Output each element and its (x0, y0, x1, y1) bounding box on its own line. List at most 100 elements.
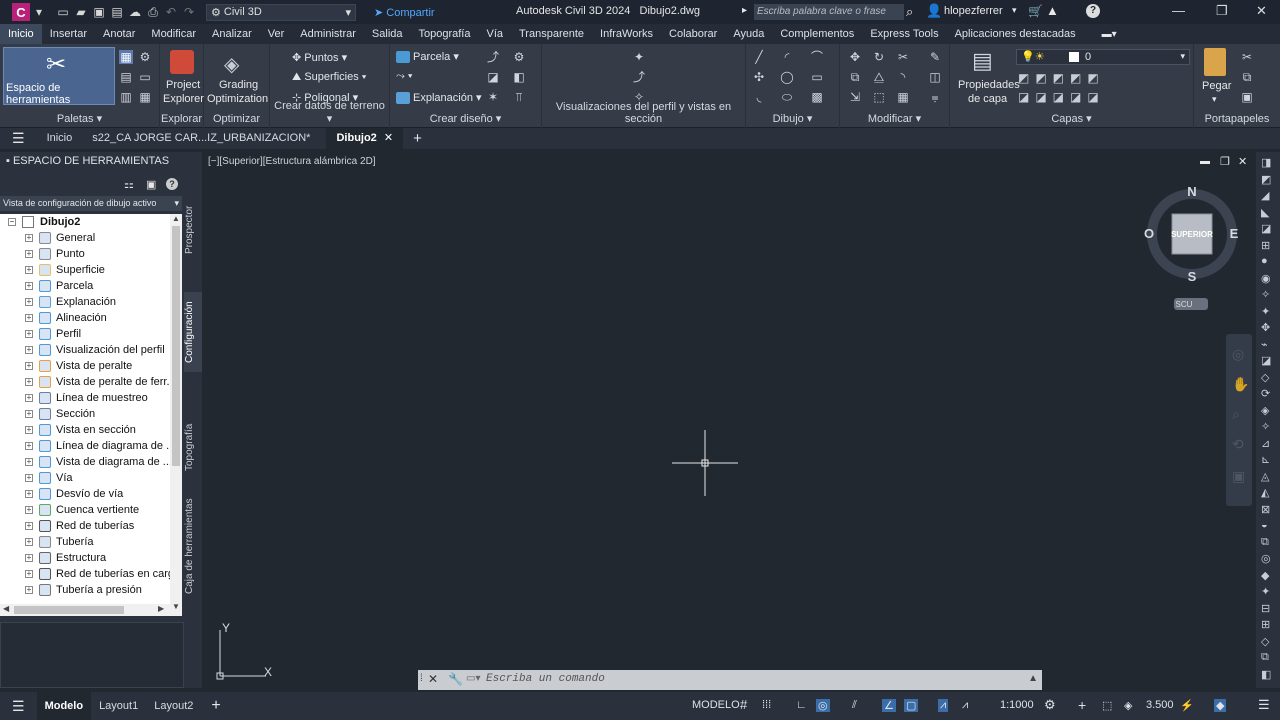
layer-properties-label-1[interactable]: Propiedades (958, 79, 1020, 91)
tab-ayuda[interactable]: Ayuda (725, 24, 772, 44)
right-tool-icon[interactable]: ◭ (1261, 486, 1269, 499)
right-tool-icon[interactable]: ✧ (1261, 420, 1270, 433)
showmotion-icon[interactable]: ▣ (1232, 468, 1245, 485)
expand-icon[interactable]: + (25, 250, 33, 258)
panel-label-capas[interactable]: Capas ▾ (950, 112, 1193, 125)
new-file-icon[interactable]: ▭ (54, 4, 72, 20)
right-tool-icon[interactable]: ◇ (1261, 635, 1269, 648)
pan-icon[interactable]: ✋ (1232, 376, 1249, 393)
drawing-area[interactable]: [−][Superior][Estructura alámbrica 2D] ▬… (204, 152, 1254, 688)
palette-option-icon-1[interactable]: ⚏ (124, 178, 134, 191)
arc-icon[interactable]: ◜ (780, 50, 794, 64)
panel-label-dibujo[interactable]: Dibujo ▾ (746, 112, 839, 125)
grading-label-2[interactable]: Optimization (207, 93, 268, 105)
expand-icon[interactable]: + (25, 586, 33, 594)
expand-icon[interactable]: + (25, 410, 33, 418)
palette-help-icon[interactable]: ? (166, 178, 178, 190)
paste-icon[interactable] (1204, 48, 1226, 76)
right-tool-icon[interactable]: ⊞ (1261, 618, 1270, 631)
annotation-visibility-icon[interactable]: ⩘ (962, 699, 968, 712)
tree-item[interactable]: + Red de tuberías en carga (0, 566, 170, 582)
explode-icon[interactable]: ◫ (928, 70, 942, 84)
object-track-icon[interactable]: ∠ (882, 699, 896, 712)
palette-icon-3[interactable]: ▤ (119, 70, 133, 84)
rotate-icon[interactable]: ↻ (872, 50, 886, 64)
point-icon[interactable]: ✣ (752, 70, 766, 84)
tree-vertical-scrollbar[interactable]: ▲ ▼ (170, 214, 182, 616)
trim-icon[interactable]: ✂ (896, 50, 910, 64)
move-icon[interactable]: ✥ (848, 50, 862, 64)
view-select[interactable]: Vista de configuración de dibujo activo ▾ (0, 196, 182, 211)
expand-icon[interactable]: + (25, 378, 33, 386)
tab-topografia[interactable]: Topografía (184, 412, 202, 482)
share-button[interactable]: ➤ Compartir (374, 6, 435, 19)
close-tab-icon[interactable]: ✕ (384, 132, 393, 144)
snap-icon[interactable]: ⁞⁞⁞ (762, 699, 771, 711)
search-input[interactable]: Escriba palabra clave o frase (754, 4, 904, 20)
expand-icon[interactable]: + (25, 506, 33, 514)
tree-item[interactable]: + Parcela (0, 278, 170, 294)
tab-via[interactable]: Vía (478, 24, 511, 44)
expand-icon[interactable]: + (25, 266, 33, 274)
scroll-down-icon[interactable]: ▼ (172, 602, 180, 611)
right-tool-icon[interactable]: ✥ (1261, 321, 1270, 334)
autodesk-a-icon[interactable]: ▲ (1046, 3, 1059, 18)
tree-item[interactable]: + Desvío de vía (0, 486, 170, 502)
cut-icon[interactable]: ✂ (1240, 50, 1254, 64)
right-tool-icon[interactable]: ✦ (1261, 585, 1270, 598)
tree-item[interactable]: + Red de tuberías (0, 518, 170, 534)
tab-administrar[interactable]: Administrar (292, 24, 364, 44)
grading-optimization-icon[interactable]: ◈ (224, 52, 239, 77)
expand-icon[interactable]: + (25, 458, 33, 466)
right-tool-icon[interactable]: ◒ (1261, 519, 1268, 531)
right-tool-icon[interactable]: ◉ (1261, 272, 1271, 285)
collapse-icon[interactable]: − (8, 218, 16, 226)
tab-insertar[interactable]: Insertar (42, 24, 95, 44)
superficies-button[interactable]: ⛰ Superficies ▾ (292, 71, 366, 84)
paste-chevron-icon[interactable]: ▾ (1212, 94, 1217, 105)
expand-icon[interactable]: + (25, 426, 33, 434)
right-tool-icon[interactable]: ⧉ (1261, 536, 1269, 549)
tree-item[interactable]: + Vista en sección (0, 422, 170, 438)
stretch-icon[interactable]: ⇲ (848, 90, 862, 104)
polar-icon[interactable]: ◎ (816, 699, 830, 712)
scroll-right-icon[interactable]: ▶ (158, 604, 164, 613)
tab-caja-herramientas[interactable]: Caja de herramientas (184, 496, 202, 596)
tab-prospector[interactable]: Prospector (184, 200, 202, 260)
navigation-bar[interactable]: ◎ ✋ ⌕ ⟲ ▣ (1226, 334, 1252, 506)
design-tool-icon-3[interactable]: ◪ (486, 70, 500, 84)
model-space-button[interactable]: MODELO (692, 699, 740, 711)
tree-item[interactable]: + Sección (0, 406, 170, 422)
fillet-icon[interactable]: ◝ (896, 70, 910, 84)
design-tool-icon-2[interactable]: ⚙ (512, 50, 526, 64)
tree-item[interactable]: + Visualización del perfil (0, 342, 170, 358)
annotation-icon[interactable]: ⩘ (938, 699, 949, 712)
design-tool-icon-1[interactable]: ⤴ (486, 50, 500, 64)
civil3d-logo[interactable]: C (12, 3, 30, 21)
annotation-scale[interactable]: 1:1000 (1000, 699, 1034, 711)
osnap-icon[interactable]: ▢ (904, 699, 919, 712)
expand-icon[interactable]: + (25, 490, 33, 498)
tree-item[interactable]: + Línea de muestreo (0, 390, 170, 406)
palette-icon-4[interactable]: ▭ (138, 70, 152, 84)
right-tool-icon[interactable]: ◩ (1261, 173, 1271, 186)
right-tool-icon[interactable]: ⟳ (1261, 387, 1270, 400)
handle-icon[interactable]: ⁞ (420, 673, 423, 684)
right-tool-icon[interactable]: ◧ (1261, 668, 1271, 681)
expand-icon[interactable]: + (25, 234, 33, 242)
tab-start[interactable]: Inicio (37, 128, 83, 149)
tab-ver[interactable]: Ver (260, 24, 293, 44)
tab-inicio[interactable]: Inicio (0, 24, 42, 44)
tree-item[interactable]: + Perfil (0, 326, 170, 342)
tree-item[interactable]: + Estructura (0, 550, 170, 566)
redo-icon[interactable]: ↷ (180, 4, 198, 20)
layout-menu-icon[interactable]: ☰ (0, 698, 37, 715)
scroll-up-icon[interactable]: ▲ (172, 214, 180, 223)
parcela-button[interactable]: Parcela ▾ (396, 50, 459, 64)
palette-icon-6[interactable]: ▦ (138, 90, 152, 104)
tab-configuracion[interactable]: Configuración (184, 292, 202, 372)
help-icon[interactable]: ? (1086, 4, 1100, 18)
expand-icon[interactable]: + (25, 474, 33, 482)
expand-icon[interactable]: + (25, 314, 33, 322)
project-explorer-label-1[interactable]: Project (166, 79, 200, 91)
